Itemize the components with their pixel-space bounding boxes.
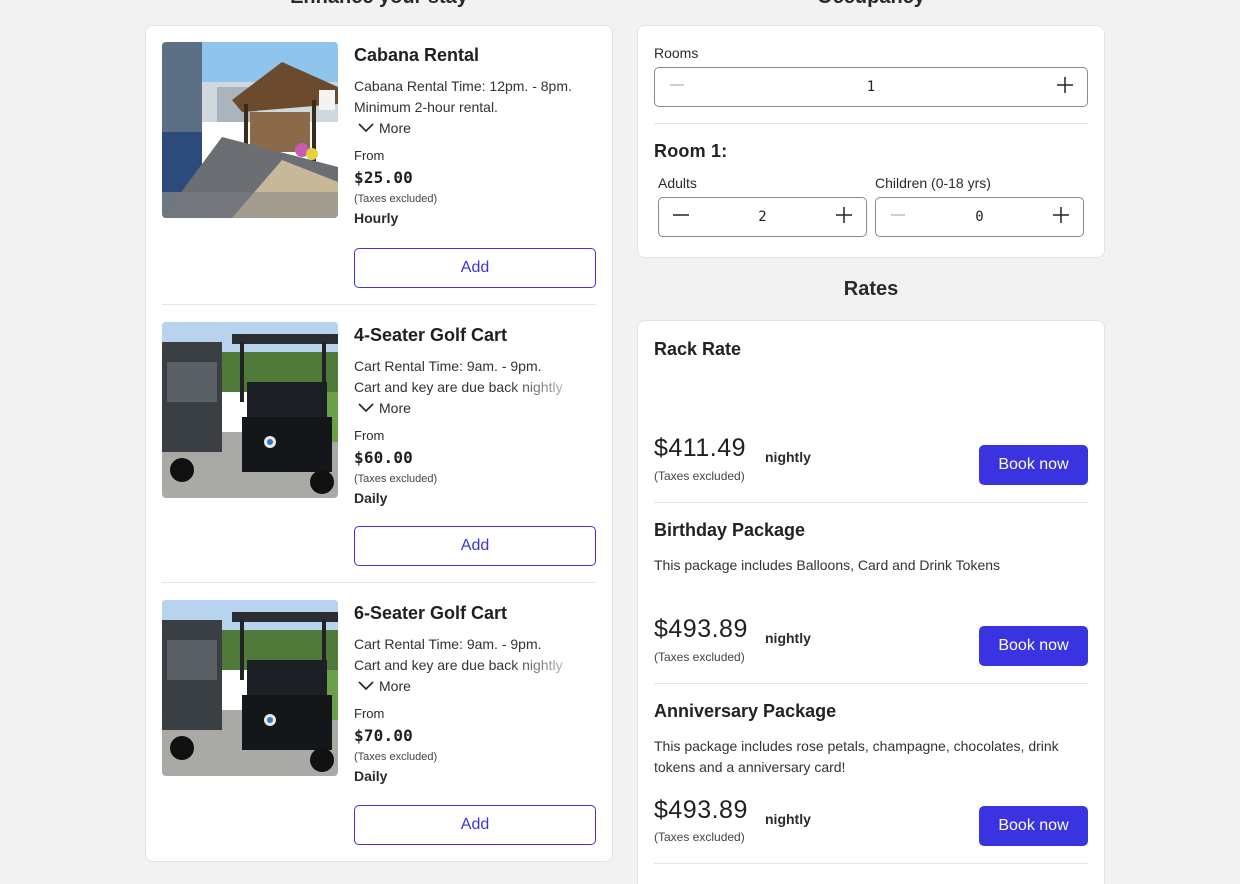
more-toggle[interactable]: More	[354, 117, 596, 139]
addon-price: $60.00	[354, 448, 413, 467]
divider	[654, 502, 1088, 503]
rooms-decrement-button[interactable]	[655, 68, 699, 106]
addon-item-6-seater: 6-Seater Golf Cart Cart Rental Time: 9am…	[162, 600, 596, 846]
rate-item-rack-rate: Rack Rate $411.49 nightly (Taxes exclude…	[654, 339, 1088, 487]
divider	[654, 123, 1088, 124]
rooms-increment-button[interactable]	[1043, 68, 1087, 106]
addon-desc-line: Minimum 2-hour rental.	[354, 99, 498, 115]
rate-price: $493.89	[654, 615, 748, 643]
addon-info: 6-Seater Golf Cart Cart Rental Time: 9am…	[354, 600, 596, 787]
plus-icon	[1056, 76, 1074, 99]
adults-value[interactable]: 2	[758, 209, 766, 225]
price-unit: Daily	[354, 490, 388, 506]
divider	[654, 683, 1088, 684]
divider	[162, 582, 596, 583]
occupancy-heading: Occupancy	[637, 0, 1105, 9]
add-button[interactable]: Add	[354, 526, 596, 566]
rate-price: $411.49	[654, 434, 747, 462]
addon-description: Cart Rental Time: 9am. - 9pm. Cart and k…	[354, 356, 596, 398]
price-unit: Daily	[354, 768, 388, 784]
rate-per: nightly	[765, 811, 811, 827]
book-now-button[interactable]: Book now	[979, 445, 1088, 485]
minus-icon	[890, 207, 906, 228]
more-label: More	[379, 120, 411, 136]
occupancy-card: Rooms 1 Room 1: Adults 2 Children (0-18 …	[637, 25, 1105, 258]
add-button[interactable]: Add	[354, 805, 596, 845]
from-label: From	[354, 428, 385, 443]
divider	[162, 304, 596, 305]
addon-desc-line: Cart and key are due back nightly	[354, 379, 563, 395]
rate-item-birthday-package: Birthday Package This package includes B…	[654, 520, 1088, 668]
minus-icon	[669, 77, 685, 98]
addon-desc-line: Cart Rental Time: 9am. - 9pm.	[354, 358, 542, 374]
more-label: More	[379, 400, 411, 416]
rate-per: nightly	[765, 449, 811, 465]
price-unit: Hourly	[354, 210, 399, 226]
tax-note: (Taxes excluded)	[654, 650, 745, 664]
rate-price: $493.89	[654, 796, 748, 824]
chevron-down-icon	[354, 123, 378, 133]
rate-name: Birthday Package	[654, 520, 806, 540]
cabana-photo	[162, 42, 338, 218]
adults-label: Adults	[658, 175, 697, 191]
tax-note: (Taxes excluded)	[354, 193, 438, 205]
addon-info: 4-Seater Golf Cart Cart Rental Time: 9am…	[354, 322, 596, 509]
more-toggle[interactable]: More	[354, 675, 596, 697]
addon-item-4-seater: 4-Seater Golf Cart Cart Rental Time: 9am…	[162, 322, 596, 568]
tax-note: (Taxes excluded)	[654, 469, 745, 483]
rate-name: Anniversary Package	[654, 701, 837, 721]
children-decrement-button[interactable]	[876, 198, 920, 236]
from-label: From	[354, 706, 385, 721]
chevron-down-icon	[354, 403, 378, 413]
minus-icon	[672, 206, 690, 229]
rate-description: This package includes rose petals, champ…	[654, 738, 1059, 775]
plus-icon	[835, 206, 853, 229]
rate-name: Rack Rate	[654, 339, 742, 359]
addon-name: 4-Seater Golf Cart	[354, 325, 508, 345]
rooms-label: Rooms	[654, 45, 699, 61]
tax-note: (Taxes excluded)	[654, 830, 745, 844]
children-increment-button[interactable]	[1039, 198, 1083, 236]
rate-item-anniversary-package: Anniversary Package This package include…	[654, 701, 1088, 849]
addon-desc-line: Cart Rental Time: 9am. - 9pm.	[354, 636, 542, 652]
addon-description: Cabana Rental Time: 12pm. - 8pm. Minimum…	[354, 76, 596, 118]
add-button[interactable]: Add	[354, 248, 596, 288]
tax-note: (Taxes excluded)	[354, 473, 438, 485]
adults-increment-button[interactable]	[822, 198, 866, 236]
enhance-heading: Enhance your stay	[145, 0, 613, 9]
rate-description: This package includes Balloons, Card and…	[654, 557, 1001, 573]
addons-card: Cabana Rental Cabana Rental Time: 12pm. …	[145, 25, 613, 862]
addon-desc-line: Cart and key are due back nightly	[354, 657, 563, 673]
rate-per: nightly	[765, 630, 811, 646]
rooms-value[interactable]: 1	[867, 79, 875, 95]
more-toggle[interactable]: More	[354, 397, 596, 419]
adults-decrement-button[interactable]	[659, 198, 703, 236]
addon-name: 6-Seater Golf Cart	[354, 603, 508, 623]
addon-name: Cabana Rental	[354, 45, 480, 65]
addon-price: $25.00	[354, 168, 413, 187]
children-value[interactable]: 0	[975, 209, 983, 225]
more-label: More	[379, 678, 411, 694]
children-stepper: 0	[875, 197, 1084, 237]
addon-item-cabana: Cabana Rental Cabana Rental Time: 12pm. …	[162, 42, 596, 288]
from-label: From	[354, 148, 385, 163]
plus-icon	[1052, 206, 1070, 229]
room-title: Room 1:	[654, 141, 728, 161]
chevron-down-icon	[354, 681, 378, 691]
addon-price: $70.00	[354, 726, 413, 745]
rates-card: Rack Rate $411.49 nightly (Taxes exclude…	[637, 320, 1105, 884]
addon-info: Cabana Rental Cabana Rental Time: 12pm. …	[354, 42, 596, 229]
adults-stepper: 2	[658, 197, 867, 237]
book-now-button[interactable]: Book now	[979, 806, 1088, 846]
tax-note: (Taxes excluded)	[354, 751, 438, 763]
rates-heading: Rates	[843, 278, 899, 300]
children-label: Children (0-18 yrs)	[875, 175, 991, 191]
golf-cart-photo	[162, 322, 338, 498]
book-now-button[interactable]: Book now	[979, 626, 1088, 666]
addon-desc-line: Cabana Rental Time: 12pm. - 8pm.	[354, 78, 572, 94]
rooms-stepper: 1	[654, 67, 1088, 107]
golf-cart-photo	[162, 600, 338, 776]
divider	[654, 863, 1088, 864]
addon-description: Cart Rental Time: 9am. - 9pm. Cart and k…	[354, 634, 596, 676]
